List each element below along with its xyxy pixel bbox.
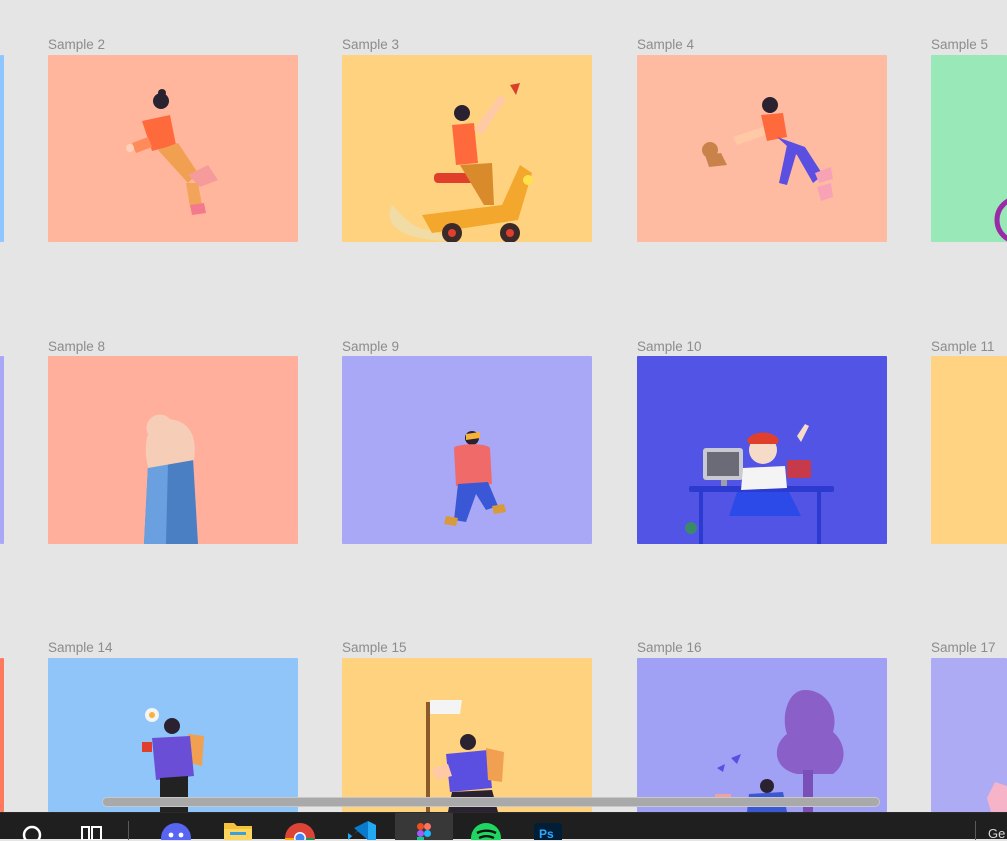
- frame-label[interactable]: Sample 14: [48, 640, 113, 656]
- scooter-rider-illustration: [389, 83, 533, 242]
- frame-label[interactable]: Sample 11: [931, 339, 995, 355]
- spotify-icon[interactable]: [470, 813, 502, 840]
- figma-icon[interactable]: [412, 813, 436, 840]
- frame-label[interactable]: Sample 4: [637, 37, 694, 53]
- frame-partial-left-1[interactable]: [0, 55, 4, 242]
- frame-label[interactable]: Sample 15: [342, 640, 407, 656]
- frame-sample-10[interactable]: [637, 356, 887, 544]
- flag-hiker-illustration: [426, 700, 504, 812]
- figma-canvas[interactable]: Sample 2 Sample 3 Sample 4 Sample 5 Samp…: [0, 0, 1007, 812]
- frame-sample-8[interactable]: [48, 356, 298, 544]
- frame-label[interactable]: Sample 9: [342, 339, 399, 355]
- floating-girl-illustration: [126, 89, 218, 215]
- frame-sample-11[interactable]: [931, 356, 1007, 544]
- desk-worker-illustration: [685, 424, 834, 544]
- frame-label[interactable]: Sample 10: [637, 339, 702, 355]
- windows-taskbar: Ps Ge: [0, 812, 1007, 841]
- frame-sample-14[interactable]: [48, 658, 298, 812]
- frame-sample-5[interactable]: [931, 55, 1007, 242]
- frame-sample-15[interactable]: [342, 658, 592, 812]
- frame-partial-left-3[interactable]: [0, 658, 4, 812]
- taskbar-divider: [128, 821, 129, 840]
- ok-hand-illustration: [144, 414, 198, 544]
- taskbar-divider: [975, 821, 976, 840]
- tree-reader-illustration: [715, 690, 844, 812]
- girl-catching-dog-illustration: [702, 97, 833, 201]
- frame-sample-4[interactable]: [637, 55, 887, 242]
- frame-label[interactable]: Sample 3: [342, 37, 399, 53]
- hiker-with-phone-illustration: [142, 708, 204, 812]
- search-icon[interactable]: [18, 813, 46, 840]
- frame-partial-left-2[interactable]: [0, 356, 4, 544]
- task-view-icon[interactable]: [78, 813, 106, 840]
- horizontal-scrollbar[interactable]: [102, 797, 880, 807]
- chrome-icon[interactable]: [284, 813, 316, 840]
- discord-icon[interactable]: [160, 813, 192, 840]
- frame-sample-17[interactable]: [931, 658, 1007, 812]
- frame-label[interactable]: Sample 16: [637, 640, 702, 656]
- svg-text:Ps: Ps: [539, 827, 554, 840]
- ring-illustration: [994, 198, 1007, 242]
- frame-label[interactable]: Sample 2: [48, 37, 105, 53]
- file-explorer-icon[interactable]: [222, 813, 254, 840]
- pink-shape-illustration: [987, 782, 1007, 812]
- frame-sample-2[interactable]: [48, 55, 298, 242]
- frame-sample-9[interactable]: [342, 356, 592, 544]
- frame-label[interactable]: Sample 5: [931, 37, 988, 53]
- frame-sample-3[interactable]: [342, 55, 592, 242]
- vscode-icon[interactable]: [346, 813, 378, 840]
- frame-label[interactable]: Sample 17: [931, 640, 996, 656]
- frame-sample-16[interactable]: [637, 658, 887, 812]
- photoshop-icon[interactable]: Ps: [532, 813, 564, 840]
- walking-person-illustration: [444, 431, 506, 526]
- frame-label[interactable]: Sample 8: [48, 339, 105, 355]
